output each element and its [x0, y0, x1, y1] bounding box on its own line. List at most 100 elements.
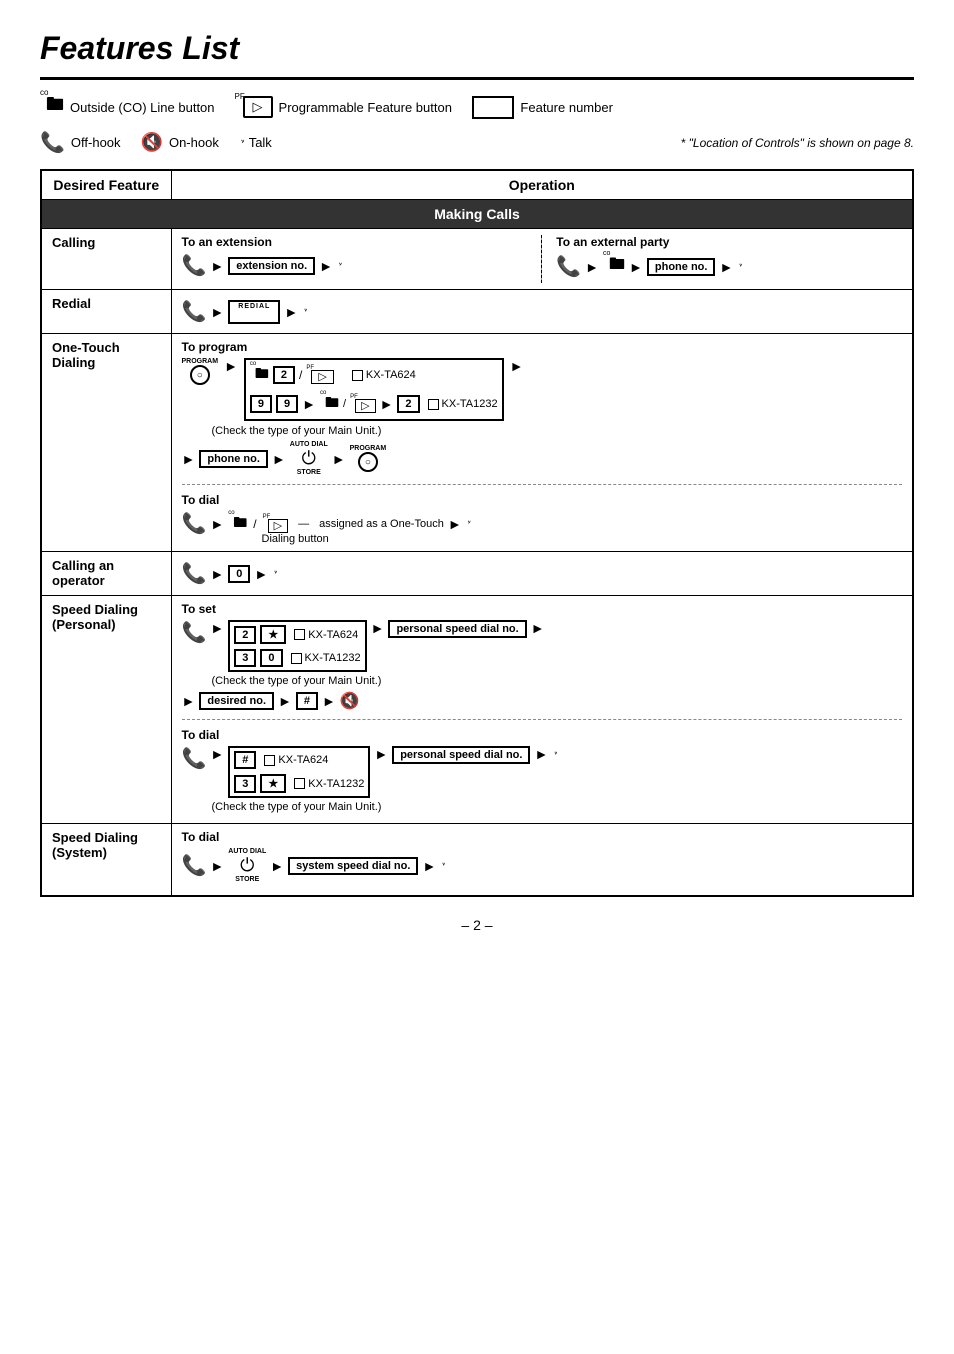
page-number: – 2 – [40, 917, 914, 933]
speed-system-block: To dial 📞 ► AUTO DIAL ⏻ STORE ► system s… [182, 830, 903, 883]
program-circle-icon-2[interactable]: ○ [358, 452, 378, 472]
co-icon-1: co 🖿 [603, 253, 625, 280]
star-btn-sp[interactable]: ★ [260, 625, 286, 644]
arrow-co1: ► [210, 566, 224, 582]
calling-operator-steps: 📞 ► 0 ► 𝃯 [182, 561, 903, 586]
two-btn-1[interactable]: 2 [273, 366, 295, 384]
calling-extension-label: To an extension [182, 235, 528, 249]
location-note: * "Location of Controls" is shown on pag… [681, 136, 914, 150]
offhook-sym-sp2: 📞 [182, 746, 207, 771]
co-legend-item: co 🖿 Outside (CO) Line button [40, 92, 215, 122]
zero-btn[interactable]: 0 [228, 565, 250, 583]
checkbox-icon-spd2 [294, 778, 305, 789]
kx-ta624-check-1: KX-TA624 [352, 369, 416, 381]
check-main-unit-spd: (Check the type of your Main Unit.) [212, 801, 903, 813]
onhook-text: On-hook [169, 135, 219, 150]
star-btn-spd[interactable]: ★ [260, 774, 286, 793]
talk-sym-ot: 𝃯 [466, 515, 469, 533]
arrow-sys1: ► [210, 858, 224, 874]
to-dial-label-ot: To dial [182, 493, 903, 507]
desired-no-btn[interactable]: desired no. [199, 692, 274, 710]
feature-speed-personal: Speed Dialing(Personal) [41, 596, 171, 824]
talk-icon: 𝃯 [239, 132, 243, 153]
three-btn-sp[interactable]: 3 [234, 649, 256, 667]
arrow-sp3: ► [531, 620, 545, 636]
checkbox-icon-2 [428, 399, 439, 410]
auto-dial-icon: AUTO DIAL ⏻ STORE [290, 441, 328, 476]
dialing-button-text: Dialing button [262, 533, 903, 545]
arrow-sp1: ► [210, 620, 224, 636]
kx-ta1232-check-spd: KX-TA1232 [294, 778, 364, 790]
pf-legend-item: PF ▷ Programmable Feature button [235, 96, 452, 118]
extension-no-btn[interactable]: extension no. [228, 257, 315, 275]
onhook-legend-item: 🔇 On-hook [141, 132, 219, 153]
col-operation-header: Operation [171, 170, 913, 200]
personal-speed-dial-btn[interactable]: personal speed dial no. [388, 620, 526, 638]
bracket-row-1: co 🖿 2 / PF ▷ [250, 362, 498, 388]
co-icon-ot2: co 🖿 [320, 392, 339, 416]
arrow-sys2: ► [270, 858, 284, 874]
two-btn-2[interactable]: 2 [397, 395, 419, 413]
co-line-text: Outside (CO) Line button [70, 100, 215, 115]
feature-one-touch: One-TouchDialing [41, 334, 171, 552]
three-btn-spd[interactable]: 3 [234, 775, 256, 793]
op-speed-system: To dial 📞 ► AUTO DIAL ⏻ STORE ► system s… [171, 824, 913, 897]
op-calling: To an extension 📞 ► extension no. ► 𝃯 To… [171, 229, 913, 290]
kx-ta1232-spd: KX-TA1232 [308, 778, 364, 790]
arrow-sp4: ► [182, 693, 196, 709]
pf-icon-ot2: PF ▷ [350, 396, 375, 412]
arrow-5: ► [719, 259, 733, 275]
personal-speed-dial-btn-2[interactable]: personal speed dial no. [392, 746, 530, 764]
program-btn-1: PROGRAM ○ [182, 358, 219, 385]
legend-row-1: co 🖿 Outside (CO) Line button PF ▷ Progr… [40, 92, 914, 122]
redial-inner [247, 310, 261, 321]
sp-bracket-row-1: 2 ★ KX-TA624 [234, 624, 360, 645]
speed-personal-divider [182, 719, 903, 720]
phone-no-btn[interactable]: phone no. [647, 258, 716, 276]
kx-ta1232-check-1: KX-TA1232 [428, 398, 498, 410]
calling-op-cols: To an extension 📞 ► extension no. ► 𝃯 To… [182, 235, 903, 283]
zero-btn-sp[interactable]: 0 [260, 649, 282, 667]
arrow-r2: ► [284, 304, 298, 320]
co-icon-ot3: co 🖿 [228, 512, 247, 536]
checkbox-icon-sp1 [294, 629, 305, 640]
offhook-sym-sys: 📞 [182, 853, 207, 878]
two-btn-sp[interactable]: 2 [234, 626, 256, 644]
talk-sym-3: 𝃯 [302, 303, 305, 321]
table-row: Speed Dialing(Personal) To set 📞 ► 2 ★ [41, 596, 913, 824]
sp-bracket-row-2: 3 0 KX-TA1232 [234, 648, 360, 668]
pf-icon-ot: PF ▷ [306, 367, 333, 383]
arrow-sp2: ► [371, 620, 385, 636]
nine-btn-1[interactable]: 9 [250, 395, 272, 413]
spd-bracket-row-2: 3 ★ KX-TA1232 [234, 773, 364, 794]
phone-no-btn-ot[interactable]: phone no. [199, 450, 268, 468]
speed-dial-bracket-2: # KX-TA624 3 ★ [228, 746, 370, 798]
arrow-spd2: ► [374, 746, 388, 762]
talk-legend-item: 𝃯 Talk [239, 132, 272, 153]
speed-personal-set-block: To set 📞 ► 2 ★ KX-TA624 [182, 602, 903, 711]
page-title: Features List [40, 30, 914, 67]
feature-calling-operator: Calling anoperator [41, 552, 171, 596]
feature-number-legend-item: Feature number [472, 96, 613, 119]
hash-btn-sp[interactable]: # [296, 692, 318, 710]
table-row: One-TouchDialing To program PROGRAM ○ ► [41, 334, 913, 552]
section-making-calls-label: Making Calls [41, 200, 913, 229]
speed-set-row-2: ► desired no. ► # ► 🔇 [182, 691, 903, 711]
arrow-ot7: ► [332, 451, 346, 467]
feature-redial: Redial [41, 290, 171, 334]
to-program-label: To program [182, 340, 903, 354]
arrow-ot4: ► [510, 358, 524, 374]
hash-btn-spd[interactable]: # [234, 751, 256, 769]
to-dial-label-sys: To dial [182, 830, 903, 844]
table-row: Calling To an extension 📞 ► extension no… [41, 229, 913, 290]
nine-btn-2[interactable]: 9 [276, 395, 298, 413]
offhook-sym-ot: 📞 [182, 511, 207, 536]
kx-ta624-spd: KX-TA624 [278, 754, 328, 766]
speed-personal-dial-block: To dial 📞 ► # KX-TA624 [182, 728, 903, 813]
system-speed-dial-btn[interactable]: system speed dial no. [288, 857, 418, 875]
arrow-2: ► [319, 258, 333, 274]
program-row-1: PROGRAM ○ ► co 🖿 2 / [182, 358, 903, 421]
program-circle-icon[interactable]: ○ [190, 365, 210, 385]
speed-personal-bracket: 2 ★ KX-TA624 3 0 [228, 620, 366, 672]
redial-box: REDIAL [228, 300, 280, 324]
